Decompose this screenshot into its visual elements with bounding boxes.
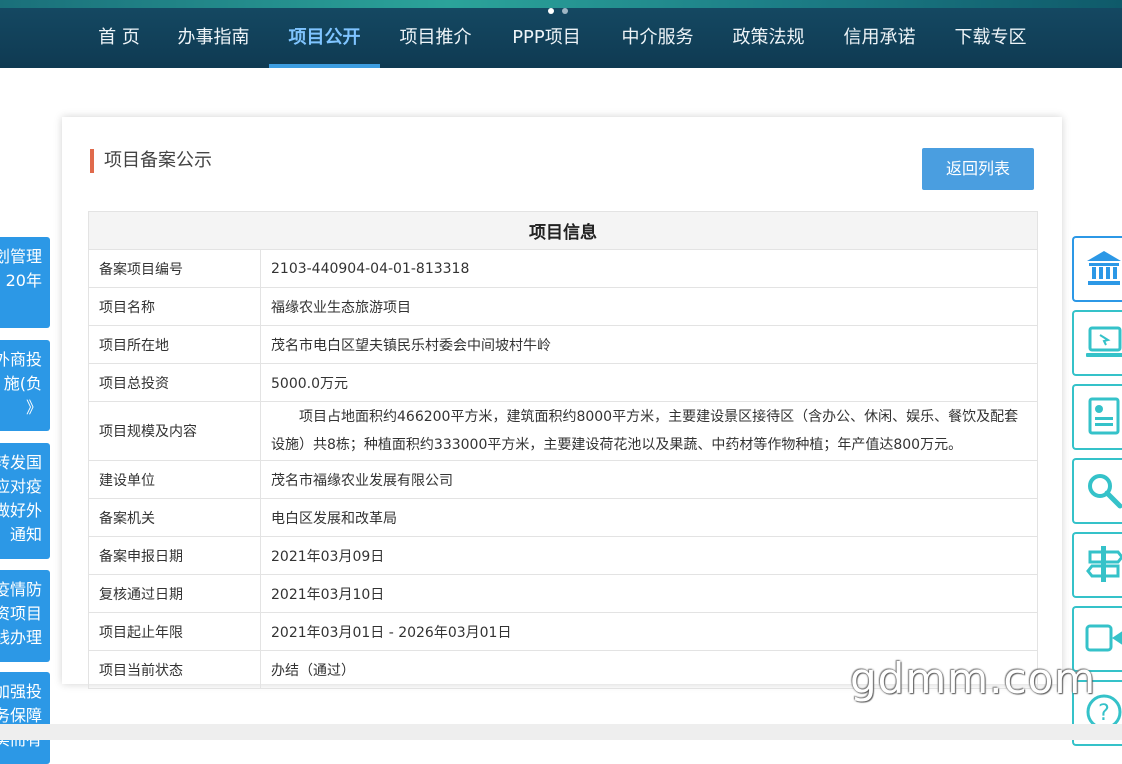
row-value: 5000.0万元 — [260, 363, 1038, 402]
left-tab-line: 外商投 — [0, 350, 42, 369]
row-key: 备案项目编号 — [88, 249, 261, 288]
row-value: 2103-440904-04-01-813318 — [260, 249, 1038, 288]
left-tab-line: 做好外 — [0, 501, 42, 520]
table-row: 复核通过日期 2021年03月10日 — [88, 574, 1038, 613]
left-tab[interactable]: 外商投 施(负 》 — [0, 340, 50, 431]
table-row: 项目总投资 5000.0万元 — [88, 363, 1038, 402]
table-row: 备案机关 电白区发展和改革局 — [88, 498, 1038, 537]
table-row: 项目起止年限 2021年03月01日 - 2026年03月01日 — [88, 612, 1038, 651]
table-row: 备案项目编号 2103-440904-04-01-813318 — [88, 249, 1038, 288]
footer-strip — [0, 724, 1122, 740]
nav-item-credit[interactable]: 信用承诺 — [824, 8, 935, 68]
left-tab-line: 应对疫 — [0, 477, 42, 496]
row-value: 茂名市福缘农业发展有限公司 — [260, 460, 1038, 499]
row-value: 福缘农业生态旅游项目 — [260, 287, 1038, 326]
banner-strip — [0, 0, 1122, 8]
left-tab-line: 划管理 — [0, 247, 42, 266]
table-row: 备案申报日期 2021年03月09日 — [88, 536, 1038, 575]
table-row: 项目规模及内容 项目占地面积约466200平方米，建筑面积约8000平方米，主要… — [88, 401, 1038, 461]
row-value: 电白区发展和改革局 — [260, 498, 1038, 537]
nav-item-home[interactable]: 首 页 — [80, 8, 158, 68]
row-value: 项目占地面积约466200平方米，建筑面积约8000平方米，主要建设景区接待区（… — [260, 401, 1038, 461]
left-tab-line: 20年 — [5, 271, 42, 290]
row-key: 项目总投资 — [88, 363, 261, 402]
left-tab[interactable]: 转发国 应对疫 做好外 通知 — [0, 443, 50, 559]
row-key: 项目规模及内容 — [88, 401, 261, 461]
computer-icon[interactable] — [1072, 310, 1122, 376]
row-value: 2021年03月10日 — [260, 574, 1038, 613]
nav-item-download[interactable]: 下载专区 — [935, 8, 1046, 68]
left-tab[interactable]: 划管理 20年 — [0, 237, 50, 328]
left-tab-line: 施(负 — [3, 374, 42, 393]
row-key: 项目名称 — [88, 287, 261, 326]
watermark: gdmm.com — [850, 654, 1097, 703]
left-tab-line: 》 — [25, 398, 42, 417]
row-key: 项目当前状态 — [88, 650, 261, 689]
row-key: 项目所在地 — [88, 325, 261, 364]
left-tab[interactable]: 加强投 务保障 实而有 — [0, 672, 50, 764]
left-tab-line: 通知 — [9, 525, 42, 544]
row-key: 备案机关 — [88, 498, 261, 537]
left-tab-line: 疫情防 — [0, 580, 42, 599]
row-key: 项目起止年限 — [88, 612, 261, 651]
nav-item-guide[interactable]: 办事指南 — [158, 8, 269, 68]
left-tab-line: 转发国 — [0, 453, 42, 472]
signpost-icon[interactable] — [1072, 532, 1122, 598]
document-icon[interactable] — [1072, 384, 1122, 450]
section-accent-bar — [90, 149, 94, 173]
row-key: 建设单位 — [88, 460, 261, 499]
left-tab-line: 加强投 — [0, 682, 42, 701]
left-tab-line: 资项目 — [0, 604, 42, 623]
left-tab-line: 线办理 — [0, 628, 42, 647]
row-value: 2021年03月09日 — [260, 536, 1038, 575]
search-icon[interactable] — [1072, 458, 1122, 524]
table-row: 建设单位 茂名市福缘农业发展有限公司 — [88, 460, 1038, 499]
row-key: 复核通过日期 — [88, 574, 261, 613]
nav-item-agency[interactable]: 中介服务 — [602, 8, 713, 68]
main-nav: 首 页 办事指南 项目公开 项目推介 PPP项目 中介服务 政策法规 信用承诺 … — [80, 8, 1046, 68]
table-row: 项目名称 福缘农业生态旅游项目 — [88, 287, 1038, 326]
project-info-table: 项目信息 备案项目编号 2103-440904-04-01-813318 项目名… — [88, 211, 1038, 689]
left-tab[interactable]: 疫情防 资项目 线办理 — [0, 570, 50, 662]
row-value: 茂名市电白区望夫镇民乐村委会中间坡村牛岭 — [260, 325, 1038, 364]
row-key: 备案申报日期 — [88, 536, 261, 575]
nav-item-project-promotion[interactable]: 项目推介 — [380, 8, 491, 68]
project-info-panel: 项目备案公示 返回列表 项目信息 备案项目编号 2103-440904-04-0… — [62, 117, 1062, 689]
nav-item-policy[interactable]: 政策法规 — [713, 8, 824, 68]
svg-text:?: ? — [1098, 701, 1110, 726]
row-value: 2021年03月01日 - 2026年03月01日 — [260, 612, 1038, 651]
nav-item-project-public[interactable]: 项目公开 — [269, 8, 380, 68]
top-navigation-bar: 首 页 办事指南 项目公开 项目推介 PPP项目 中介服务 政策法规 信用承诺 … — [0, 0, 1122, 68]
table-row: 项目所在地 茂名市电白区望夫镇民乐村委会中间坡村牛岭 — [88, 325, 1038, 364]
bank-icon[interactable] — [1072, 236, 1122, 302]
table-header: 项目信息 — [88, 211, 1038, 250]
nav-item-ppp[interactable]: PPP项目 — [491, 8, 602, 68]
back-to-list-button[interactable]: 返回列表 — [922, 148, 1034, 190]
section-title: 项目备案公示 — [104, 150, 212, 171]
